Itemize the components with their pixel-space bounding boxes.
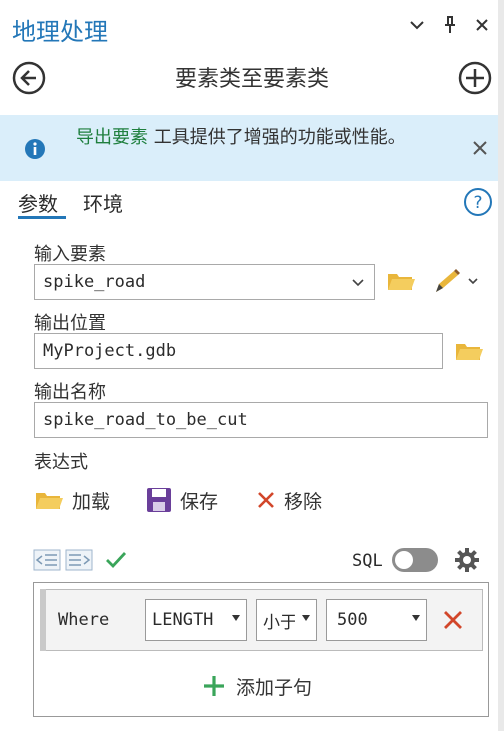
expression-label: 表达式 bbox=[34, 452, 88, 473]
svg-text:?: ? bbox=[473, 193, 482, 213]
remove-expression-button[interactable]: 移除 bbox=[256, 484, 322, 516]
browse-folder-icon[interactable] bbox=[386, 268, 416, 294]
pencil-icon bbox=[436, 269, 478, 292]
info-icon bbox=[24, 138, 46, 160]
remove-label: 移除 bbox=[284, 490, 323, 513]
banner-message-text: 工具提供了增强的功能或性能。 bbox=[148, 127, 406, 148]
add-clause-button[interactable]: 添加子句 bbox=[202, 672, 312, 700]
active-tab-indicator bbox=[18, 216, 66, 219]
banner-message: 导出要素 工具提供了增强的功能或性能。 bbox=[76, 124, 446, 151]
browse-location-icon[interactable] bbox=[454, 338, 484, 364]
output-name-label: 输出名称 bbox=[34, 382, 106, 403]
export-features-link[interactable]: 导出要素 bbox=[76, 127, 148, 148]
add-clause-label: 添加子句 bbox=[236, 676, 313, 699]
dropdown-caret-icon bbox=[232, 615, 240, 621]
pin-icon[interactable] bbox=[439, 14, 461, 36]
input-features-label: 输入要素 bbox=[34, 244, 106, 265]
settings-gear-icon[interactable] bbox=[453, 546, 481, 574]
clause-drag-handle[interactable] bbox=[40, 589, 46, 651]
tab-environments[interactable]: 环境 bbox=[83, 188, 123, 217]
value-dropdown[interactable]: 500 bbox=[326, 599, 427, 641]
edit-features-button[interactable] bbox=[432, 268, 480, 296]
value-dropdown-value: 500 bbox=[337, 610, 368, 630]
input-features-dropdown[interactable]: spike_road bbox=[34, 264, 375, 300]
folder-icon bbox=[36, 493, 63, 509]
dropdown-caret-icon bbox=[302, 615, 310, 621]
add-button[interactable] bbox=[458, 61, 492, 95]
plus-circle-icon bbox=[458, 61, 492, 95]
output-name-field[interactable]: spike_road_to_be_cut bbox=[34, 402, 488, 438]
sql-toggle[interactable] bbox=[392, 548, 438, 572]
field-dropdown-value: LENGTH bbox=[152, 610, 214, 630]
plus-icon bbox=[204, 676, 224, 696]
pane-title: 地理处理 bbox=[12, 18, 108, 46]
chevron-down-icon[interactable] bbox=[406, 14, 428, 36]
delete-clause-icon[interactable] bbox=[442, 609, 464, 631]
close-icon[interactable] bbox=[471, 14, 493, 36]
load-label: 加载 bbox=[72, 490, 111, 513]
output-location-label: 输出位置 bbox=[34, 313, 106, 334]
toggle-knob bbox=[395, 551, 413, 569]
save-disk-icon bbox=[147, 488, 171, 512]
help-icon[interactable]: ? bbox=[463, 187, 493, 217]
dropdown-caret-icon bbox=[412, 615, 420, 621]
banner-close-icon[interactable] bbox=[471, 139, 491, 159]
outdent-icon[interactable] bbox=[33, 548, 61, 572]
scrollbar[interactable] bbox=[498, 0, 504, 731]
sql-label: SQL bbox=[352, 551, 383, 571]
remove-x-icon bbox=[258, 492, 274, 508]
save-expression-button[interactable]: 保存 bbox=[146, 484, 218, 516]
operator-dropdown-value: 小于 bbox=[263, 612, 295, 633]
tab-parameters[interactable]: 参数 bbox=[18, 188, 58, 217]
validate-checkmark-icon[interactable] bbox=[105, 550, 127, 570]
operator-dropdown[interactable]: 小于 bbox=[256, 599, 317, 641]
output-location-field[interactable]: MyProject.gdb bbox=[34, 333, 443, 369]
where-label: Where bbox=[58, 610, 110, 630]
field-dropdown[interactable]: LENGTH bbox=[145, 599, 247, 641]
dropdown-chevron-icon bbox=[352, 279, 364, 287]
tool-title: 要素类至要素类 bbox=[174, 67, 329, 92]
load-expression-button[interactable]: 加载 bbox=[34, 484, 110, 516]
save-label: 保存 bbox=[180, 490, 219, 513]
indent-icon[interactable] bbox=[65, 548, 93, 572]
input-features-value: spike_road bbox=[43, 272, 146, 292]
